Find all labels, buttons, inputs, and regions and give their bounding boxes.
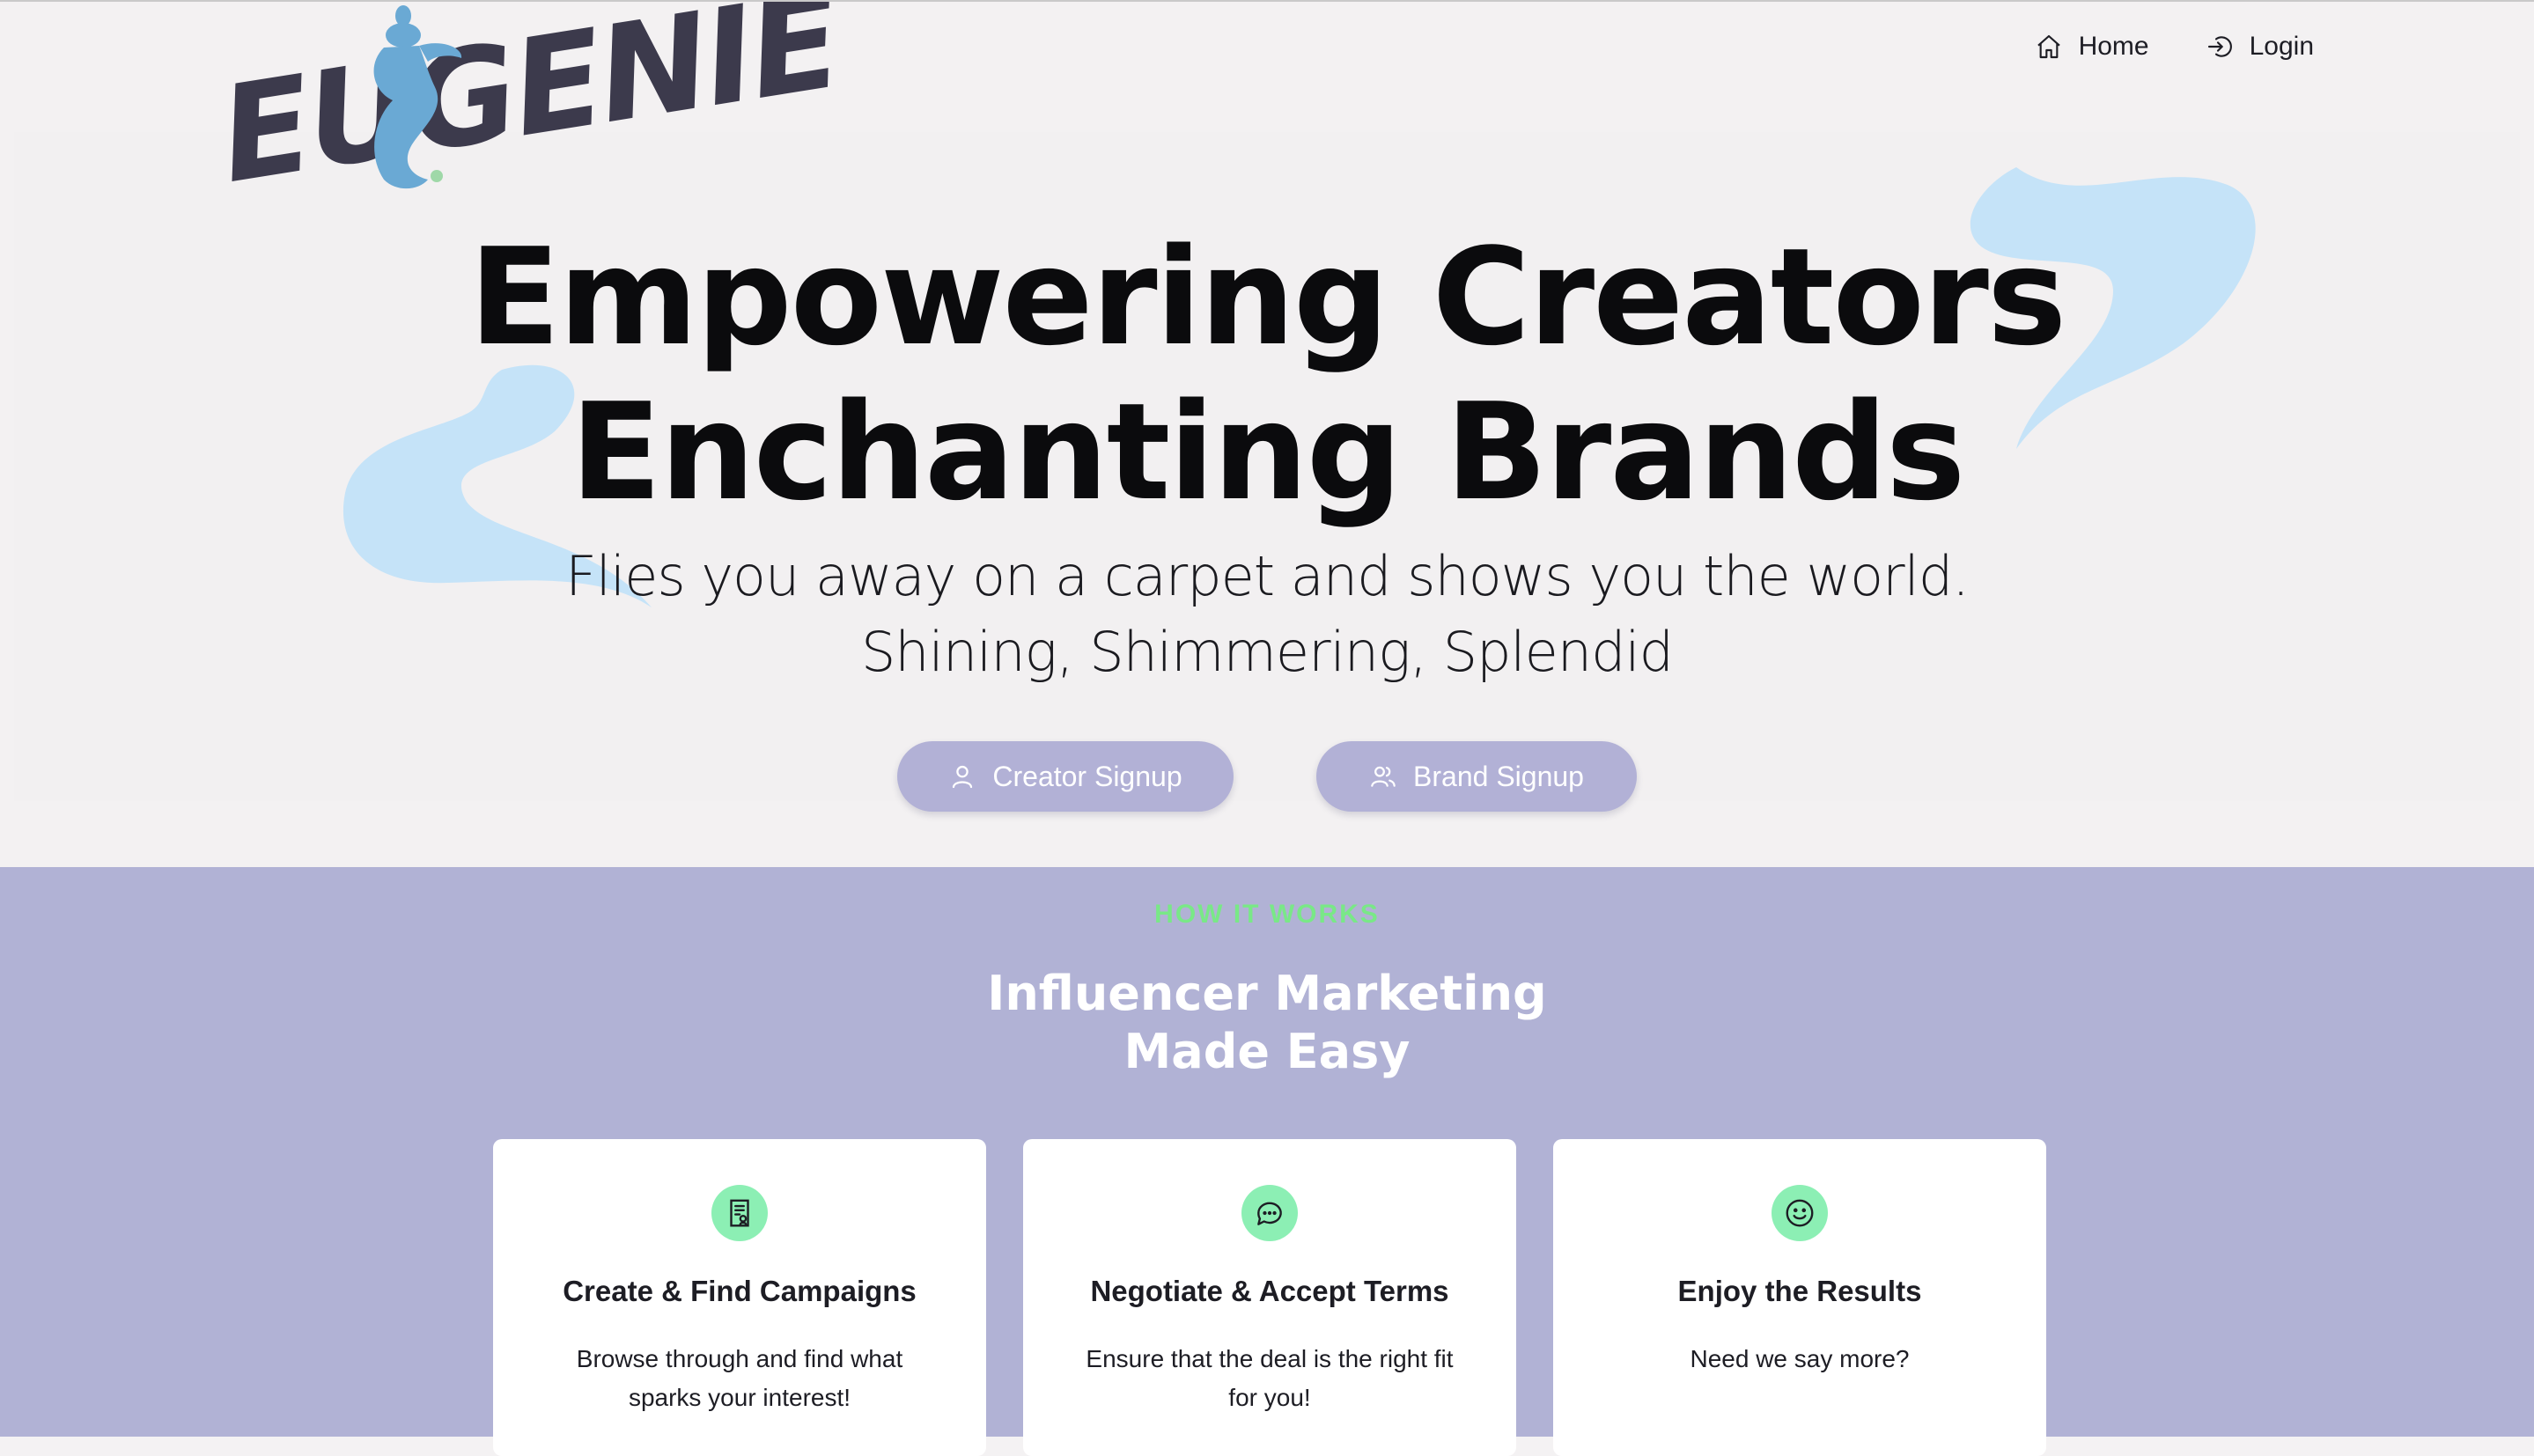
hero-tagline: Flies you away on a carpet and shows you… [0,539,2534,690]
how-title-line-1: Influencer Marketing [987,966,1547,1021]
user-icon [953,765,973,789]
creator-signup-label: Creator Signup [992,760,1182,792]
nav-login-label: Login [2249,32,2314,61]
feature-card-negotiate: Negotiate & Accept Terms Ensure that the… [1023,1139,1516,1456]
tagline-line-1: Flies you away on a carpet and shows you… [565,544,1970,608]
brand-signup-label: Brand Signup [1413,760,1584,792]
card-text: Ensure that the deal is the right fit fo… [1086,1345,1454,1411]
nav-home-label: Home [2078,32,2149,61]
nav-home-link[interactable]: Home [2035,32,2149,62]
signup-buttons: Creator Signup Brand Signup [0,741,2534,812]
feature-card-results: Enjoy the Results Need we say more? [1553,1139,2046,1456]
hero-headline: Empowering Creators Enchanting Brands [0,220,2534,530]
nav-login-link[interactable]: Login [2206,32,2314,62]
creator-signup-button[interactable]: Creator Signup [897,741,1234,812]
card-title: Create & Find Campaigns [563,1275,917,1307]
home-icon [2037,34,2060,59]
headline-line-1: Empowering Creators [468,219,2067,375]
logo[interactable]: EUGENIE [210,0,848,229]
card-text: Need we say more? [1690,1345,1910,1372]
login-icon [2207,36,2232,57]
card-text: Browse through and find what sparks your… [576,1345,903,1411]
card-title: Negotiate & Accept Terms [1090,1275,1449,1307]
smiley-icon [1786,1199,1814,1227]
feature-cards: Create & Find Campaigns Browse through a… [493,1139,2046,1456]
how-it-works-eyebrow: HOW IT WORKS [1154,900,1380,929]
top-nav: Home Login [2035,32,2314,62]
how-it-works-title: Influencer Marketing Made Easy [0,965,2534,1081]
card-icon-badge [711,1185,768,1241]
card-icon-badge [1241,1185,1298,1241]
top-border [0,0,2534,2]
hero-section: EUGENIE Home Login Empowering Creators E… [0,0,2534,867]
genie-figure-logo [373,5,462,189]
card-title: Enjoy the Results [1677,1275,1922,1307]
feature-card-campaigns: Create & Find Campaigns Browse through a… [493,1139,986,1456]
users-icon [1371,766,1396,787]
chat-bubbles-icon [1257,1202,1282,1225]
campaign-document-icon [730,1199,749,1227]
brand-signup-button[interactable]: Brand Signup [1316,741,1637,812]
headline-line-2: Enchanting Brands [570,374,1966,530]
card-icon-badge [1772,1185,1828,1241]
how-title-line-2: Made Easy [1123,1024,1411,1079]
tagline-line-2: Shining, Shimmering, Splendid [860,620,1674,684]
